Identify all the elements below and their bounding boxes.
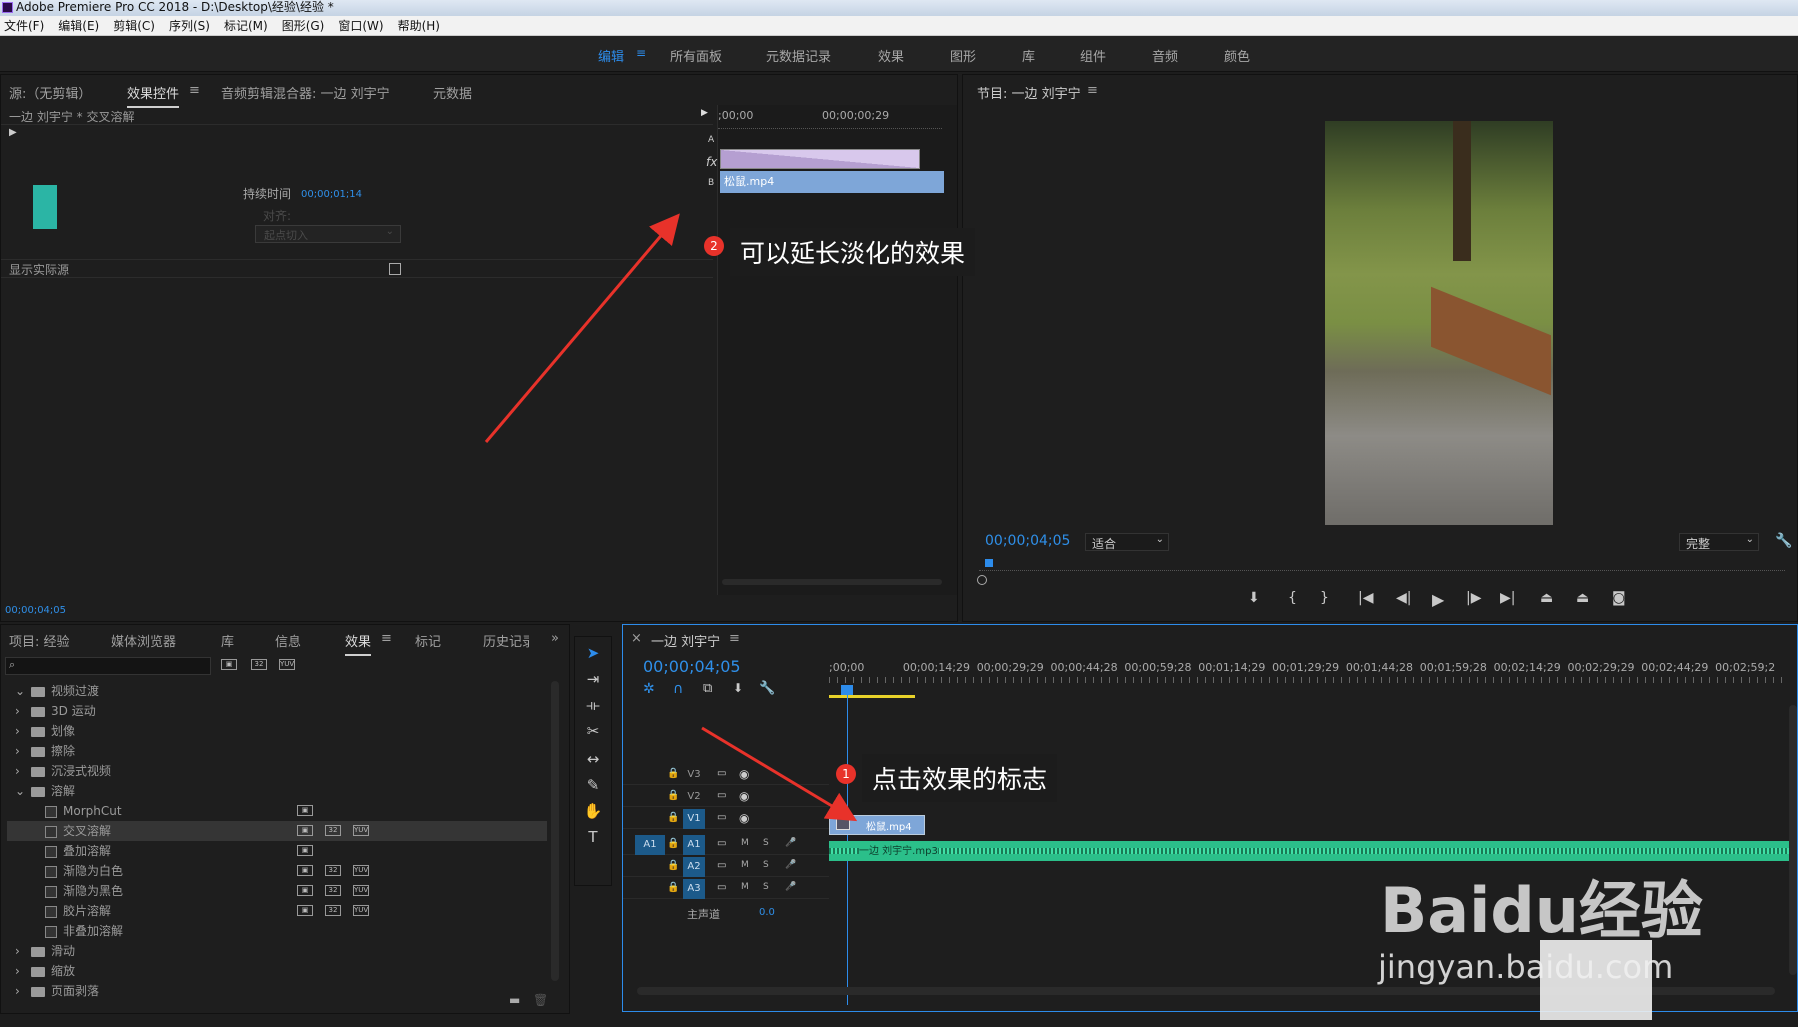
step-badge-2: 2 (704, 236, 724, 256)
author-avatar (1540, 940, 1652, 1020)
callout-click-fx: 点击效果的标志 (862, 754, 1058, 802)
arrow-to-fx-icon (701, 726, 858, 822)
callout-extend-fade: 可以延长淡化的效果 (730, 228, 976, 276)
arrow-to-transition (484, 213, 680, 443)
watermark-logo: Baidu经验 (1380, 874, 1703, 947)
step-badge-1: 1 (836, 764, 856, 784)
